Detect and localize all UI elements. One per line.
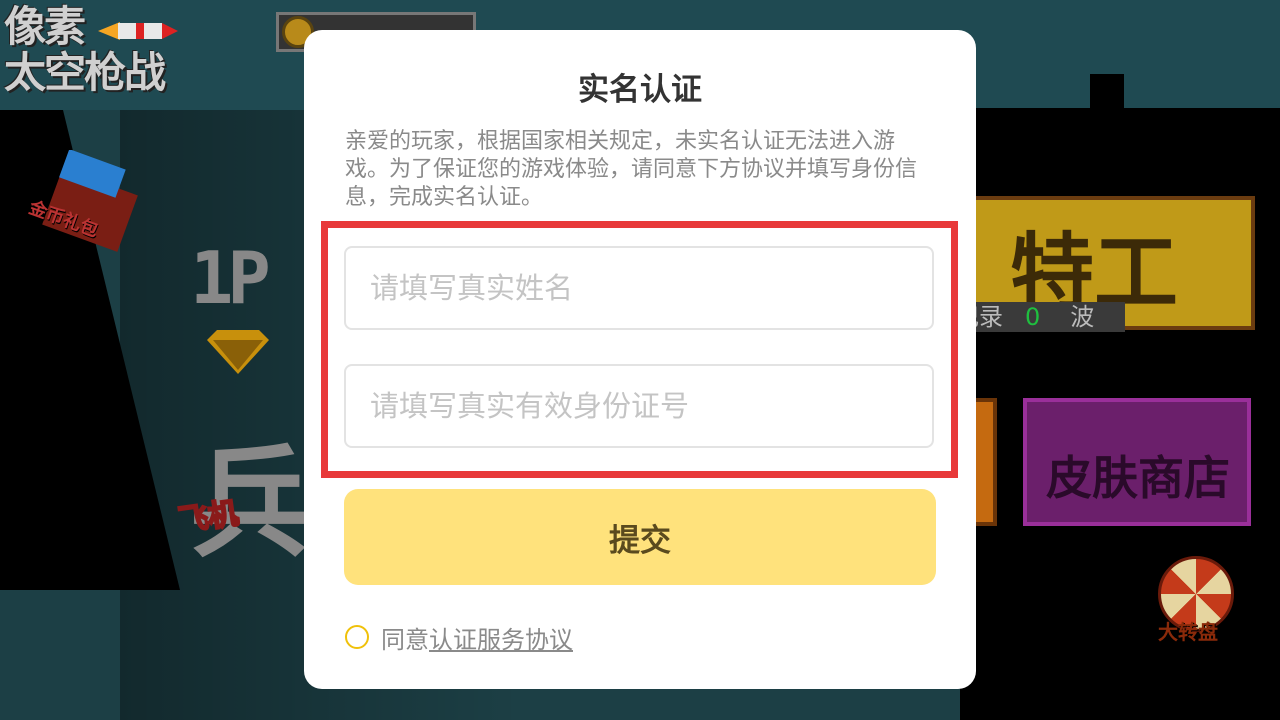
agreement-link[interactable]: 认证服务协议: [429, 620, 573, 655]
dialog-description: 亲爱的玩家，根据国家相关规定，未实名认证无法进入游戏。为了保证您的游戏体验，请同…: [345, 129, 918, 210]
gem-icon: [207, 330, 269, 374]
record-value: 0: [1025, 303, 1041, 331]
submit-button[interactable]: 提交: [344, 489, 936, 585]
player-indicator: 1P: [190, 236, 271, 320]
mode-scribble: 飞机: [175, 495, 241, 540]
record-unit: 波: [1070, 303, 1095, 331]
real-name-input[interactable]: [344, 246, 934, 330]
agreement-row: 同意 认证服务协议: [345, 620, 573, 655]
agree-radio[interactable]: [345, 625, 369, 649]
id-number-input[interactable]: [344, 364, 934, 448]
lucky-wheel-label: 大转盘: [1158, 620, 1218, 644]
skin-shop-label: 皮肤商店: [1046, 451, 1230, 505]
dialog-title: 实名认证: [578, 72, 702, 108]
agree-prefix: 同意: [381, 625, 429, 654]
rocket-icon: [98, 22, 178, 40]
wave-record: 记录 0 波: [955, 302, 1125, 332]
